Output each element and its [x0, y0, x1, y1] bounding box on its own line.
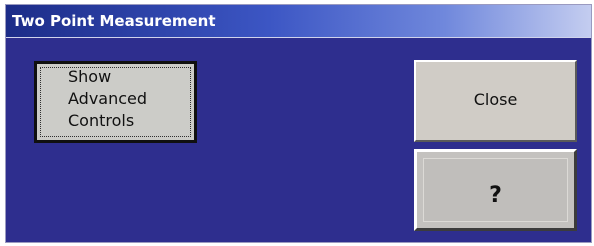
help-button[interactable]: ? — [414, 149, 577, 231]
close-button[interactable]: Close — [414, 60, 577, 142]
window-title: Two Point Measurement — [12, 12, 216, 30]
title-bar[interactable]: Two Point Measurement — [6, 5, 591, 38]
dialog-window: Two Point Measurement Show Advanced Cont… — [5, 4, 592, 243]
label-line-2: Advanced — [68, 89, 148, 108]
show-advanced-controls-label: Show Advanced Controls — [68, 66, 147, 132]
help-button-face: ? — [423, 158, 568, 222]
close-button-label: Close — [473, 90, 518, 109]
label-line-3: Controls — [68, 111, 135, 130]
help-button-label: ? — [489, 183, 502, 208]
show-advanced-controls-button[interactable]: Show Advanced Controls — [34, 61, 197, 143]
label-line-1: Show — [68, 67, 112, 86]
